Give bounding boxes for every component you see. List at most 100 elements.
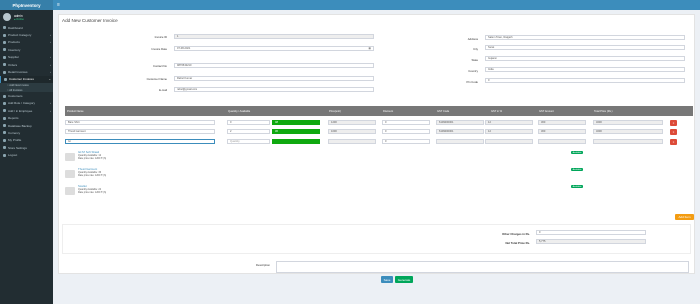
sidebar-item-orders[interactable]: Orders ‹ (0, 61, 53, 68)
email-field[interactable]: rahul@gmail.com (174, 87, 374, 93)
gst-code-field: 6109000001 (436, 120, 484, 126)
quantity-field[interactable]: 2 (227, 129, 270, 135)
currency-icon (3, 131, 6, 135)
other-charges-field[interactable]: 0 (536, 230, 646, 236)
box-icon (3, 40, 6, 44)
gst-amount-field: 300 (538, 129, 586, 135)
dashboard-icon (3, 26, 6, 30)
sidebar-item-logout[interactable]: Logout (0, 151, 53, 158)
calendar-icon[interactable]: ▦ (369, 47, 371, 50)
product-suggestion[interactable]: GLTZ Soft Shawl Quantity Available: 12 R… (65, 150, 585, 163)
description-textarea[interactable] (276, 261, 689, 273)
top-navbar: ≡ (53, 0, 700, 10)
remove-row-button[interactable]: × (670, 129, 677, 135)
gst-code-field (436, 139, 484, 145)
email-label: E-mail (159, 88, 167, 92)
gst-pct-field: 12 (485, 129, 533, 135)
cart-icon (3, 63, 6, 67)
truck-icon (3, 55, 6, 59)
product-name-field[interactable]: Bare Shirt (65, 120, 215, 126)
status-badge: Available (571, 168, 583, 172)
pincode-field[interactable]: 0 (485, 78, 685, 84)
product-name-field[interactable]: Thesil Garment (65, 129, 215, 135)
gear-icon (3, 146, 6, 150)
sidebar-item-my-profile[interactable]: My Profile (0, 137, 53, 144)
available-quantity: 36 (272, 129, 320, 135)
gst-pct-field: 12 (485, 120, 533, 126)
invoice-id-field[interactable]: 1 (174, 34, 374, 40)
remove-row-button[interactable]: × (670, 139, 677, 145)
discount-field[interactable]: 0 (382, 129, 430, 135)
suggestion-price: Rate price rate: 1200 ₹ (h) (78, 174, 107, 177)
contact-label: Contact No (153, 64, 167, 68)
gst-code-field: 6109000001 (436, 129, 484, 135)
remove-row-button[interactable]: × (670, 120, 677, 126)
column-header-total: Total Price (Rs.) (592, 106, 693, 116)
report-icon (3, 116, 6, 120)
total-price-field (593, 139, 663, 145)
chevron-down-icon: ⌄ (48, 77, 51, 82)
sidebar-item-inventory[interactable]: Inventory (0, 46, 53, 53)
address-label: Address (467, 37, 478, 41)
invoice-date-field[interactable]: 07-08-2021 ▦ (174, 46, 374, 52)
other-charges-label: Other Charges in Rs. (502, 232, 530, 236)
city-field[interactable]: Surat (485, 45, 685, 51)
tag-icon (3, 33, 6, 37)
customer-name-field[interactable]: Rahul Kumar (174, 76, 374, 82)
suggestion-price: Rate price rate: 1200 ₹ (h) (78, 157, 107, 160)
discount-field[interactable]: 0 (382, 120, 430, 126)
sidebar-item-customers[interactable]: Customers (0, 92, 53, 99)
sidebar-item-add-role[interactable]: Add Role / Category ‹ (0, 100, 53, 107)
sidebar-item-products[interactable]: Products ‹ (0, 39, 53, 46)
state-field[interactable]: Gujarat (485, 56, 685, 62)
country-label: Country (468, 69, 478, 73)
product-suggestion[interactable]: Thesil Garment Quantity Available: 36 Ra… (65, 167, 585, 180)
quantity-field[interactable]: Quantity (227, 139, 270, 145)
available-quantity (272, 139, 320, 145)
gst-pct-field (485, 139, 533, 145)
app-brand[interactable]: PhpInventory (0, 0, 53, 10)
customer-name-label: Customer Name (146, 77, 167, 81)
generate-button[interactable]: Generate (395, 276, 413, 283)
net-total-field: 5,775 (536, 239, 646, 245)
chevron-left-icon: ‹ (50, 101, 51, 106)
total-price-field: 3200 (593, 129, 663, 135)
user-icon (3, 109, 6, 113)
sidebar-item-reports[interactable]: Reports (0, 114, 53, 121)
invoice-id-label: Invoice ID (154, 35, 167, 39)
sidebar-item-supplier[interactable]: Supplier ‹ (0, 54, 53, 61)
sidebar-item-customer-invoices[interactable]: Customer Invoices ⌄ (0, 75, 53, 84)
column-header-quantity: Quantity / Available (226, 106, 327, 116)
sidebar-item-employee[interactable]: Add / in Employee ‹ (0, 107, 53, 114)
add-item-button[interactable]: Add Item (675, 214, 694, 220)
city-label: City (473, 47, 478, 51)
sidebar-item-store-settings[interactable]: Store Settings (0, 144, 53, 151)
invoice-icon (4, 77, 7, 81)
country-field[interactable]: India (485, 67, 685, 73)
save-button[interactable]: Save (381, 276, 393, 283)
pincode-label: Pin Code (466, 80, 478, 84)
chevron-left-icon: ‹ (50, 108, 51, 113)
sidebar: PhpInventory admin ● Online Dashboard Pr… (0, 0, 53, 304)
sidebar-item-retail-invoices[interactable]: Retail Invoices ‹ (0, 68, 53, 75)
contact-field[interactable]: 9876543210 (174, 63, 374, 69)
page-title: Add New Customer Invoice (62, 18, 118, 23)
price-field (328, 139, 376, 145)
menu-toggle-icon[interactable]: ≡ (57, 2, 60, 8)
inventory-icon (3, 48, 6, 52)
gst-amount-field (538, 139, 586, 145)
product-suggestion[interactable]: Scarlet Quantity Available: 24 Rate pric… (65, 184, 585, 197)
sidebar-item-currency[interactable]: Currency (0, 129, 53, 136)
sidebar-item-database-backup[interactable]: Database Backup (0, 122, 53, 129)
sidebar-item-product-category[interactable]: Product Category ‹ (0, 31, 53, 38)
product-search-field[interactable]: Gt (65, 139, 215, 145)
status-badge: Available (571, 151, 583, 155)
net-total-label: Net Total Price Rs. (505, 241, 530, 245)
column-header-gst-pct: GST in % (489, 106, 537, 116)
discount-field[interactable]: 0 (382, 139, 430, 145)
total-price-field: 3200 (593, 120, 663, 126)
sidebar-item-dashboard[interactable]: Dashboard (0, 24, 53, 31)
suggestion-price: Rate price rate: 1200 ₹ (h) (78, 191, 107, 194)
quantity-field[interactable]: 0 (227, 120, 270, 126)
address-field[interactable]: Salem Town, Raigarh (485, 35, 685, 41)
